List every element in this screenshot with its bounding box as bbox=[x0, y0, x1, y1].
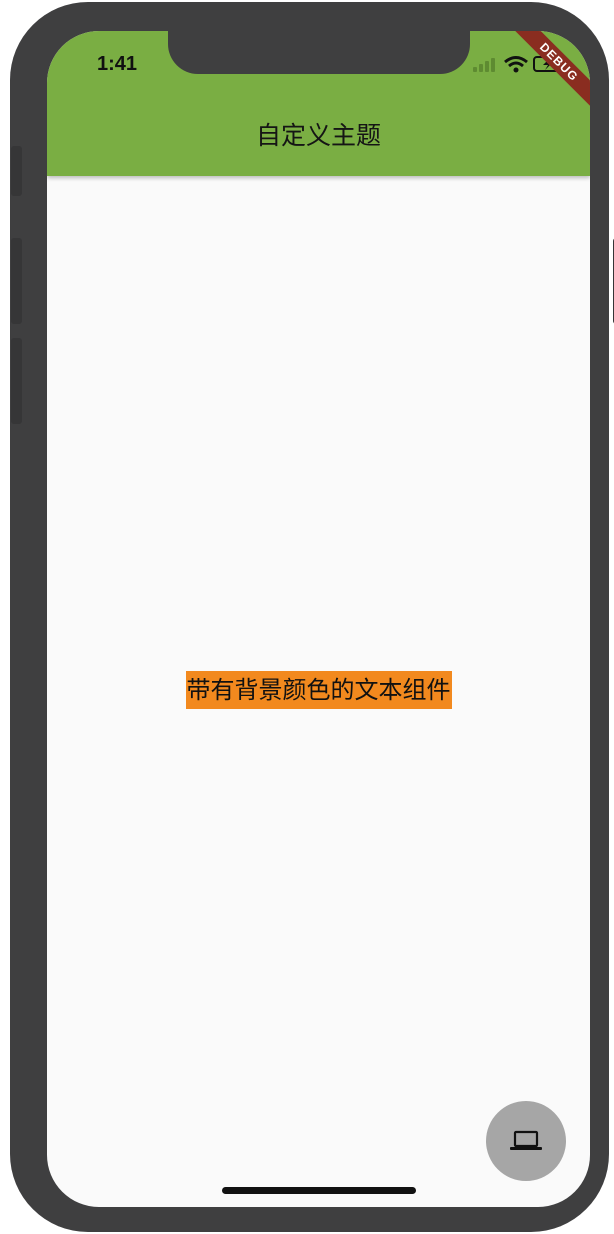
phone-frame: 1:41 自定义主题 DEBUG 带有背景颜色的文本组件 bbox=[10, 2, 614, 1232]
silent-switch bbox=[11, 146, 22, 196]
volume-down-button bbox=[11, 338, 22, 424]
cellular-signal-icon bbox=[473, 58, 495, 72]
notch bbox=[168, 31, 470, 74]
content-area: 带有背景颜色的文本组件 bbox=[47, 671, 590, 709]
phone-screen: 1:41 自定义主题 DEBUG 带有背景颜色的文本组件 bbox=[47, 31, 590, 1207]
status-time: 1:41 bbox=[97, 53, 138, 75]
laptop-icon bbox=[510, 1130, 542, 1150]
debug-banner: DEBUG bbox=[499, 31, 590, 122]
highlighted-text: 带有背景颜色的文本组件 bbox=[185, 671, 452, 709]
floating-action-button[interactable] bbox=[486, 1101, 566, 1181]
app-bar: 1:41 自定义主题 DEBUG bbox=[47, 31, 590, 176]
volume-up-button bbox=[11, 238, 22, 324]
home-indicator[interactable] bbox=[222, 1187, 416, 1194]
wifi-icon bbox=[504, 56, 528, 73]
page-title: 自定义主题 bbox=[255, 121, 381, 150]
